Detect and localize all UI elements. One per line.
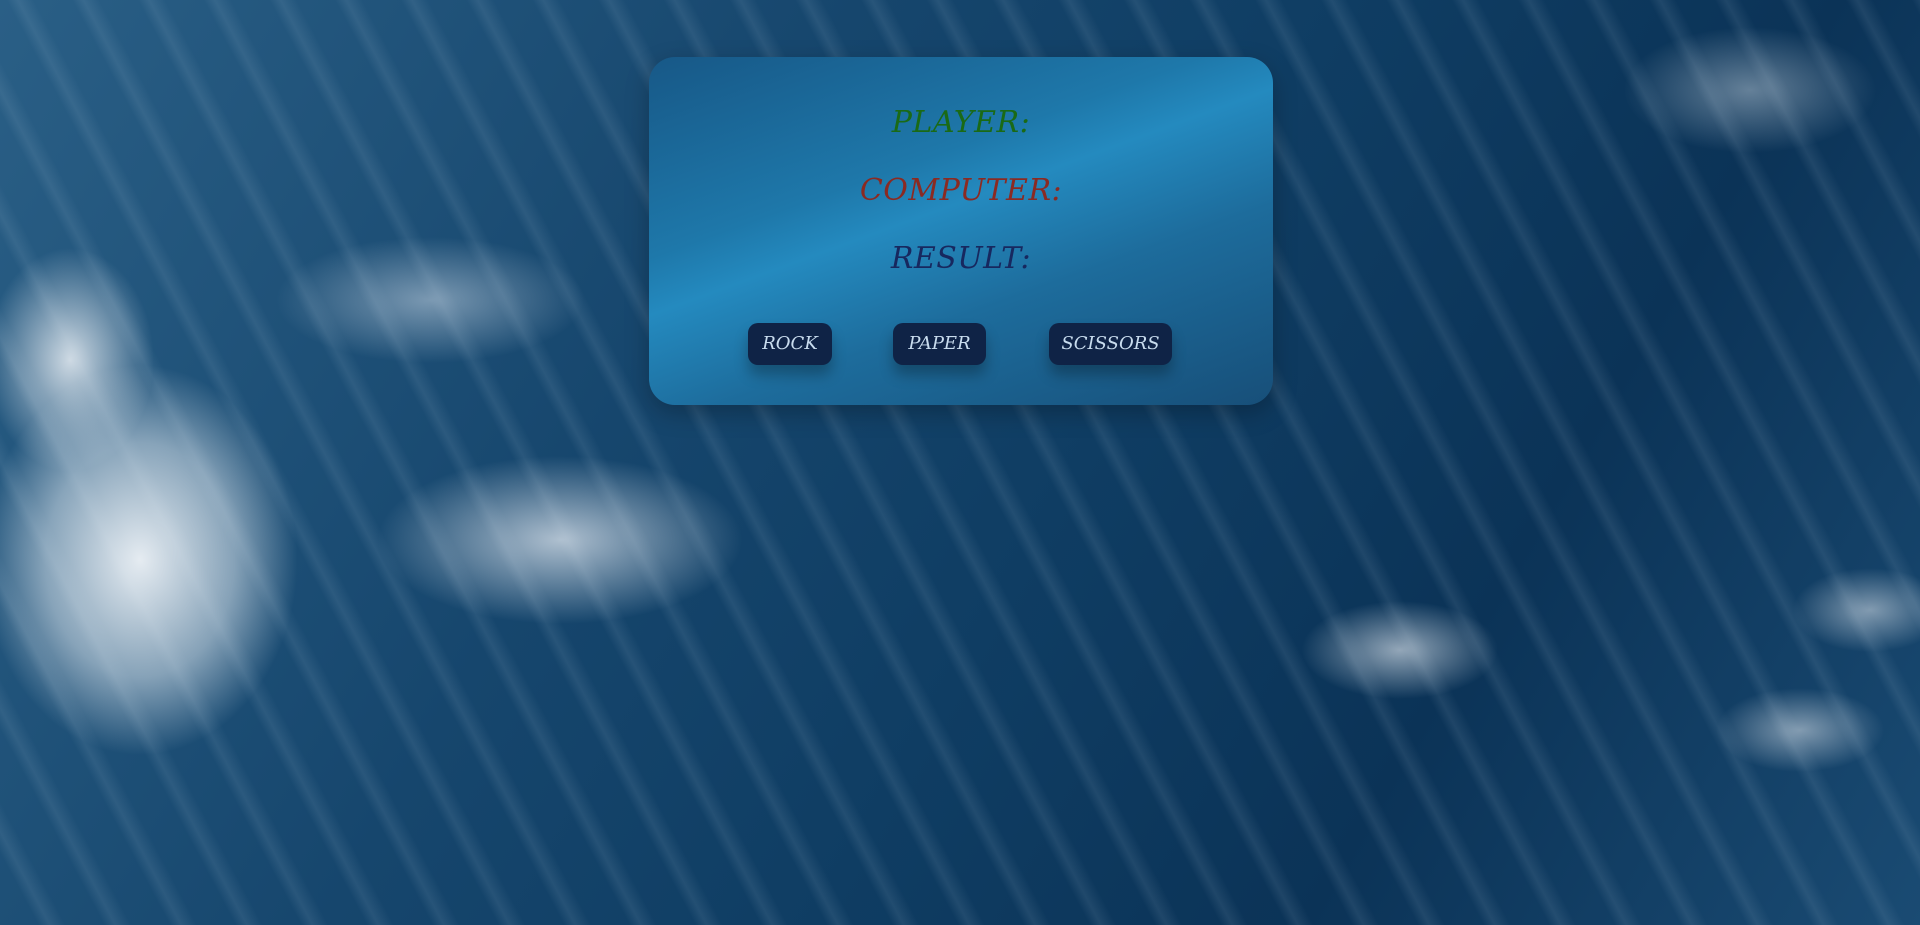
- computer-choice-label: COMPUTER:: [859, 173, 1063, 208]
- rock-button[interactable]: ROCK: [748, 323, 832, 365]
- game-panel: PLAYER: COMPUTER: RESULT: ROCK PAPER SCI…: [649, 57, 1273, 405]
- player-choice-label: PLAYER:: [891, 105, 1031, 140]
- paper-button[interactable]: PAPER: [893, 323, 986, 365]
- scissors-button[interactable]: SCISSORS: [1049, 323, 1172, 365]
- result-label: RESULT:: [890, 241, 1032, 276]
